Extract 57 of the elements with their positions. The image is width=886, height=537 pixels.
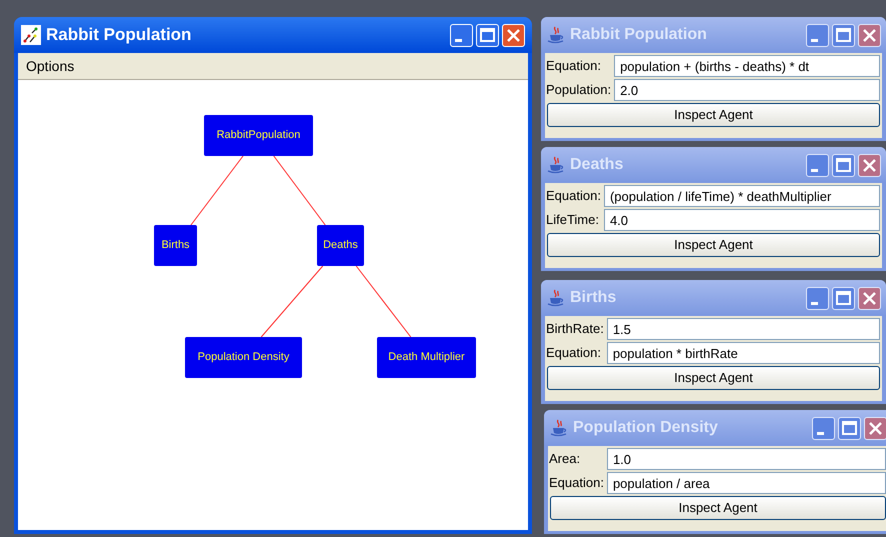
text-field[interactable]: 1.0 — [606, 448, 886, 470]
window-title: Rabbit Population — [46, 24, 192, 46]
connector-line — [273, 156, 326, 226]
text-field[interactable]: 2.0 — [614, 79, 880, 101]
menu-item[interactable]: Options — [20, 54, 80, 78]
minimize-button[interactable] — [812, 416, 835, 440]
maximize-button[interactable] — [838, 416, 861, 440]
text-field[interactable]: population * birthRate — [606, 342, 880, 364]
field-label: Equation: — [545, 187, 601, 206]
diagram-node[interactable]: Deaths — [317, 225, 364, 266]
maximize-button[interactable] — [832, 286, 855, 310]
inspect-agent-button[interactable]: Inspect Agent — [547, 366, 880, 390]
connector-line — [356, 266, 412, 338]
minimize-icon — [811, 38, 818, 42]
minimize-button[interactable] — [806, 154, 829, 176]
text-field[interactable]: (population / lifeTime) * deathMultiplier — [604, 185, 880, 207]
field-label: Equation: — [545, 344, 602, 362]
field-label: Equation: — [548, 474, 604, 492]
chart-icon — [21, 25, 41, 45]
maximize-button[interactable] — [832, 154, 855, 176]
coffee-cup-icon — [549, 418, 569, 438]
diagram-node[interactable]: Death Multiplier — [377, 337, 476, 378]
field-label: Area: — [548, 450, 582, 468]
diagram-node[interactable]: RabbitPopulation — [204, 115, 313, 156]
field-label: BirthRate: — [545, 320, 604, 338]
close-button[interactable] — [858, 154, 881, 176]
text-field[interactable]: 1.5 — [606, 318, 880, 340]
close-button[interactable] — [858, 286, 881, 310]
field-label: LifeTime: — [545, 211, 600, 230]
window-title: Population Density — [573, 418, 719, 438]
inspect-agent-button[interactable]: Inspect Agent — [547, 233, 880, 257]
minimize-button[interactable] — [806, 286, 829, 310]
close-button[interactable] — [858, 24, 881, 46]
diagram-node[interactable]: Births — [154, 225, 197, 266]
text-field[interactable]: population + (births - deaths) * dt — [614, 55, 880, 77]
connector-line — [260, 266, 324, 338]
text-field[interactable]: population / area — [606, 472, 886, 494]
window-title: Deaths — [570, 155, 624, 175]
maximize-button[interactable] — [832, 24, 855, 46]
window-title: Rabbit Population — [570, 25, 708, 45]
minimize-icon — [817, 432, 824, 434]
close-button[interactable] — [864, 416, 886, 440]
inspect-agent-button[interactable]: Inspect Agent — [547, 103, 880, 127]
window-title: Births — [570, 288, 618, 308]
field-label: Population: — [545, 81, 612, 100]
text-field[interactable]: 4.0 — [604, 209, 880, 231]
field-label: Equation: — [545, 57, 602, 76]
minimize-button[interactable] — [806, 24, 829, 46]
coffee-cup-icon — [546, 155, 566, 175]
coffee-cup-icon — [546, 25, 566, 45]
minimize-icon — [811, 302, 818, 304]
diagram-node[interactable]: Population Density — [185, 337, 302, 378]
coffee-cup-icon — [546, 288, 566, 308]
inspect-agent-button[interactable]: Inspect Agent — [550, 496, 886, 520]
minimize-icon — [811, 168, 818, 172]
minimize-icon — [455, 38, 462, 42]
connector-line — [190, 156, 244, 226]
